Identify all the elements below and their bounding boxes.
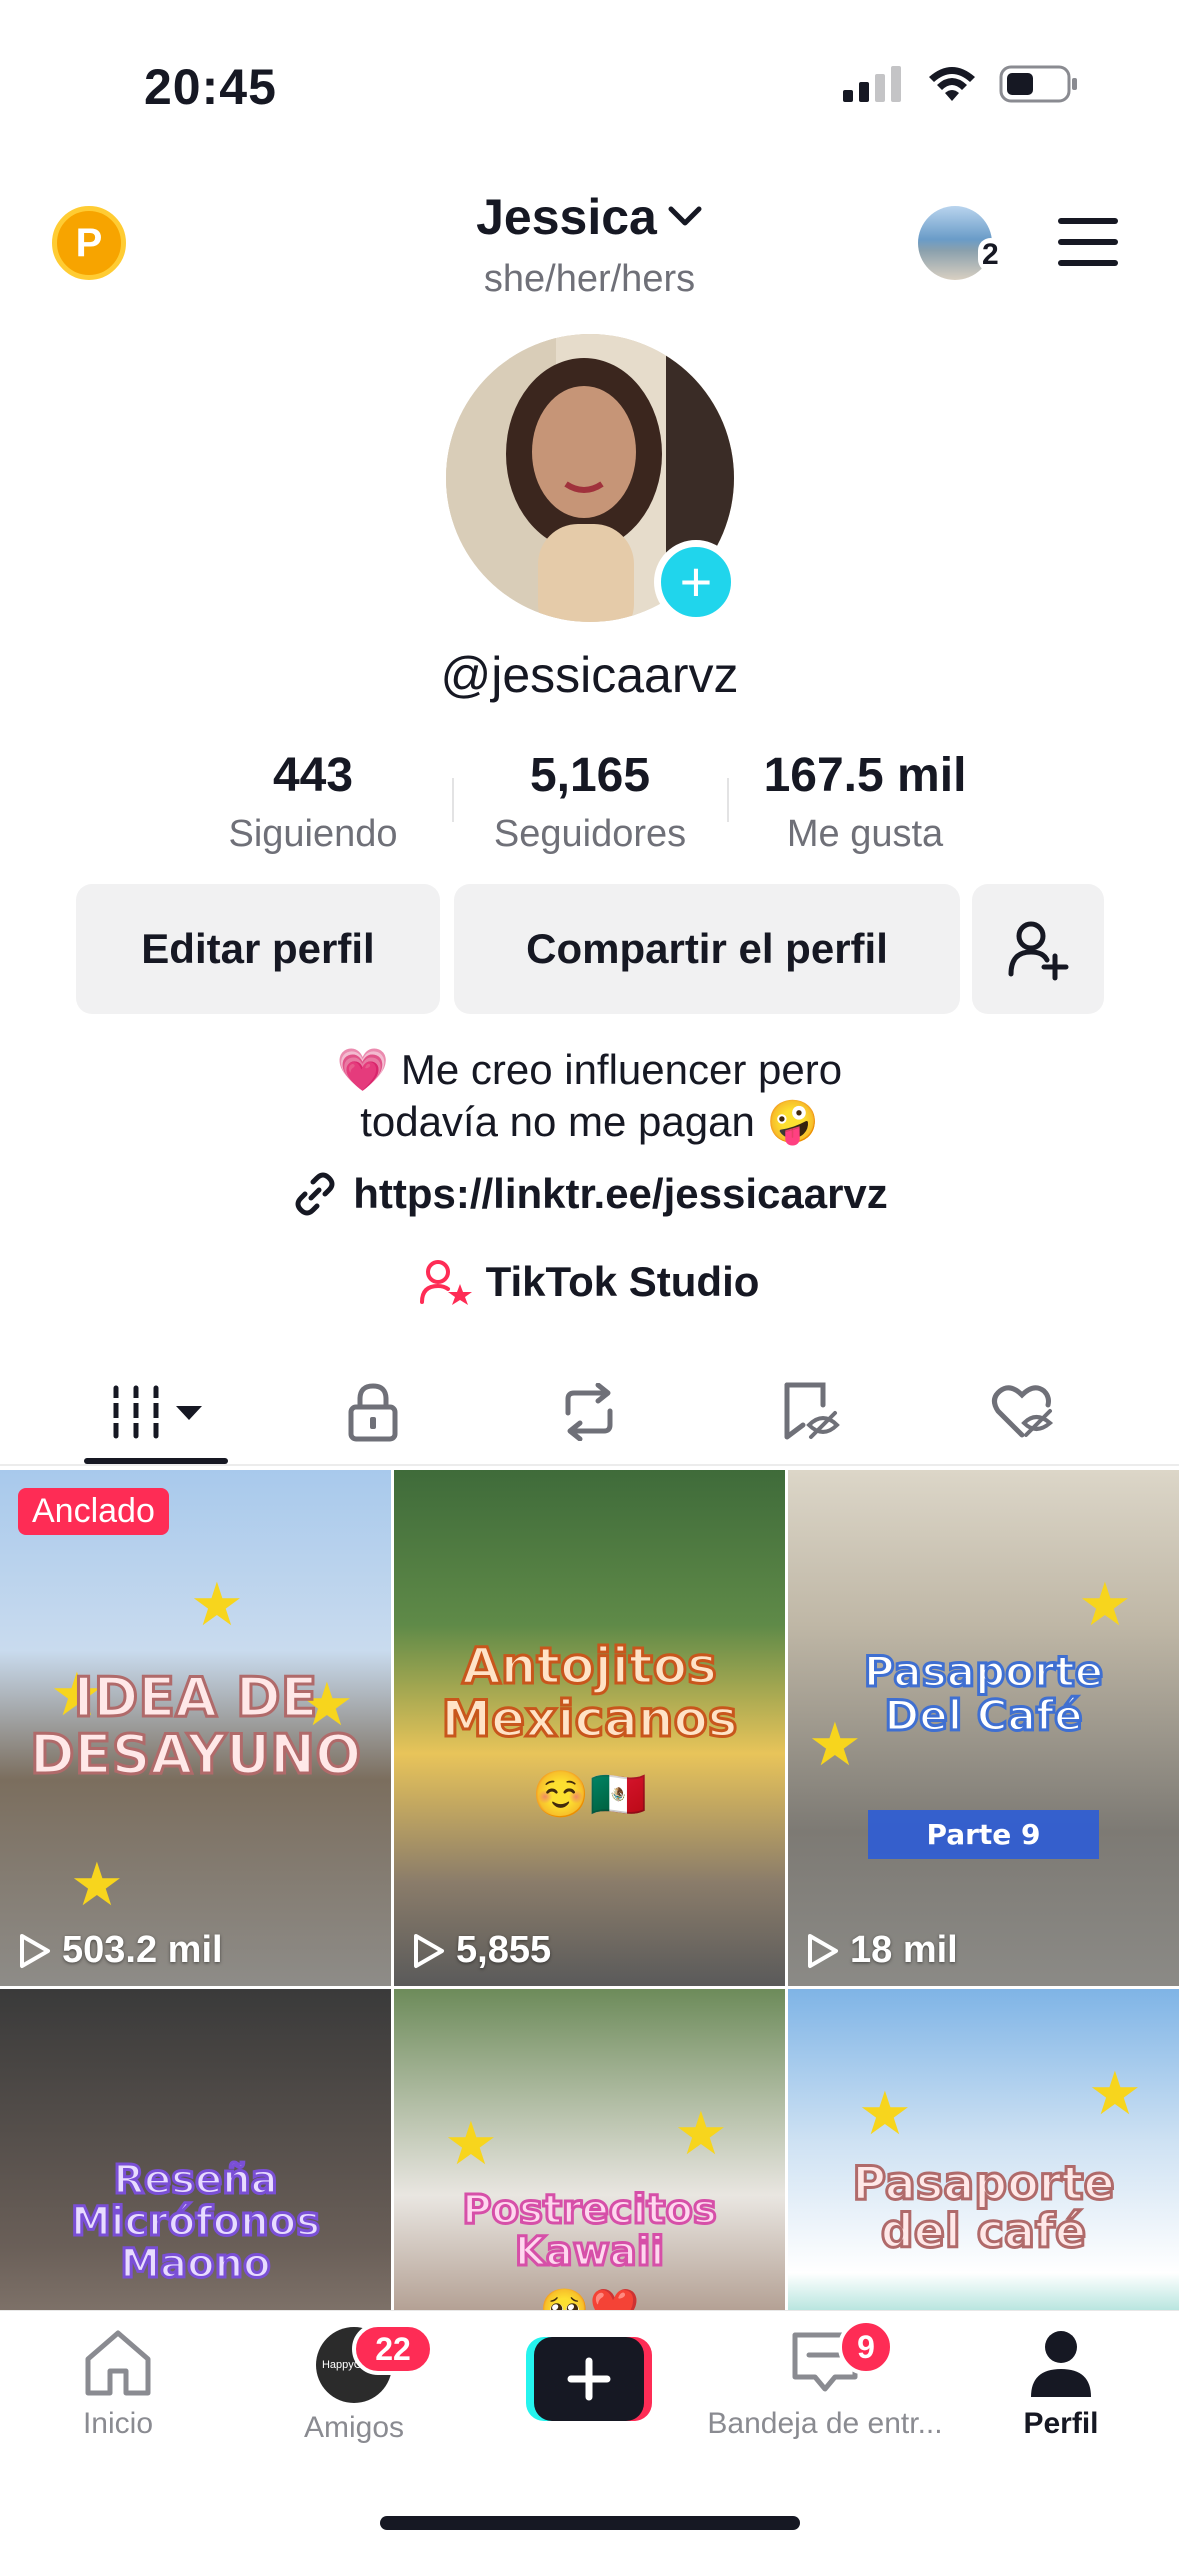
link-icon xyxy=(295,1172,335,1216)
star-sticker: ★ xyxy=(444,2110,498,2177)
video-title: Reseña Micrófonos Maono xyxy=(69,2157,321,2287)
bio-line-2: todavía no me pagan xyxy=(360,1098,755,1145)
account-switcher[interactable]: Jessica xyxy=(0,188,1179,246)
chevron-down-icon xyxy=(668,206,702,226)
tab-videos[interactable] xyxy=(61,1360,251,1464)
active-tab-indicator xyxy=(84,1458,228,1464)
star-sticker: ★ xyxy=(1088,2060,1142,2127)
friends-badge: 22 xyxy=(352,2323,434,2375)
stat-label: Siguiendo xyxy=(228,813,398,855)
star-sticker: ★ xyxy=(858,2080,912,2147)
tiktok-studio-label: TikTok Studio xyxy=(485,1258,760,1305)
play-icon xyxy=(20,1933,50,1968)
stat-followers[interactable]: 5,165 Seguidores xyxy=(440,748,740,856)
nav-home[interactable]: Inicio xyxy=(0,2327,236,2441)
profile-icon xyxy=(1031,2331,1091,2397)
cellular-signal-icon xyxy=(843,66,901,102)
nav-profile[interactable]: Perfil xyxy=(943,2327,1179,2441)
share-profile-button[interactable]: Compartir el perfil xyxy=(454,884,960,1014)
tab-private[interactable] xyxy=(278,1360,468,1464)
bio-line-1: Me creo influencer pero xyxy=(400,1046,843,1093)
nav-label: Inicio xyxy=(82,2407,154,2440)
silly-face-emoji: 🤪 xyxy=(766,1098,819,1145)
story-count-badge: 2 xyxy=(978,238,1003,272)
tab-liked[interactable] xyxy=(928,1360,1118,1464)
profile-link[interactable]: https://linktr.ee/jessicaarvz xyxy=(0,1170,1179,1218)
video-thumbnail[interactable]: ★ ★ Pasaporte Del Café Parte 9 18 mil xyxy=(788,1470,1179,1986)
view-count: 5,855 xyxy=(412,1929,551,1972)
view-count-text: 503.2 mil xyxy=(62,1929,223,1971)
stat-value: 5,165 xyxy=(529,749,651,802)
star-sticker: ★ xyxy=(190,1571,244,1638)
view-count: 18 mil xyxy=(806,1929,958,1972)
video-title: Antojitos Mexicanos xyxy=(440,1637,739,1748)
profile-handle: @jessicaarvz xyxy=(440,647,739,703)
tab-favorites[interactable] xyxy=(715,1360,905,1464)
video-title: IDEA DE DESAYUNO xyxy=(28,1666,362,1786)
video-thumbnail[interactable]: Anclado ★ ★ ★ ★ IDEA DE DESAYUNO 503.2 m… xyxy=(0,1470,391,1986)
profile-bio: 💗 Me creo influencer pero todavía no me … xyxy=(0,1044,1179,1148)
star-sticker: ★ xyxy=(674,2100,728,2167)
home-indicator xyxy=(380,2516,800,2530)
view-count-text: 5,855 xyxy=(456,1929,552,1971)
repost-icon xyxy=(565,1383,613,1441)
profile-username: Jessica xyxy=(476,189,657,245)
lock-icon xyxy=(348,1383,398,1442)
profile-pronouns: she/her/hers xyxy=(483,258,696,300)
heart-hidden-icon xyxy=(992,1385,1054,1438)
pinned-badge: Anclado xyxy=(18,1488,169,1535)
stat-likes[interactable]: 167.5 mil Me gusta xyxy=(715,748,1015,856)
heart-emoji: 💗 xyxy=(336,1046,390,1093)
video-emoji: ☺️🇲🇽 xyxy=(532,1767,647,1821)
stat-value: 167.5 mil xyxy=(763,749,967,802)
video-thumbnail[interactable]: Antojitos Mexicanos ☺️🇲🇽 5,855 xyxy=(394,1470,785,1986)
grid-videos-icon xyxy=(112,1385,202,1439)
star-sticker: ★ xyxy=(70,1851,124,1918)
profile-tabs xyxy=(0,1360,1179,1466)
tiktok-studio-link[interactable]: TikTok Studio xyxy=(0,1258,1179,1306)
play-icon xyxy=(414,1933,444,1968)
inbox-badge: 9 xyxy=(838,2319,894,2375)
video-thumbnail[interactable]: Reseña Micrófonos Maono xyxy=(0,1989,391,2310)
tab-reposts[interactable] xyxy=(494,1360,684,1464)
add-avatar-button[interactable]: + xyxy=(654,540,738,624)
nav-label: Amigos xyxy=(303,2411,405,2444)
video-title: Pasaporte del café xyxy=(851,2156,1116,2259)
home-icon xyxy=(85,2330,151,2396)
video-emoji: 🥺❤️ xyxy=(539,2287,640,2310)
stat-value: 443 xyxy=(272,749,354,802)
play-icon xyxy=(808,1933,838,1968)
video-title: Postrecitos Kawaii xyxy=(461,2187,718,2275)
add-friend-button[interactable] xyxy=(972,884,1104,1014)
add-user-icon xyxy=(1008,921,1069,981)
creator-star-icon xyxy=(419,1260,472,1305)
view-count-text: 18 mil xyxy=(850,1929,958,1971)
nav-label: Perfil xyxy=(1023,2407,1099,2440)
video-thumbnail[interactable]: ★ ★ Pasaporte del café xyxy=(788,1989,1179,2310)
status-icons xyxy=(843,64,1079,104)
video-grid: Anclado ★ ★ ★ ★ IDEA DE DESAYUNO 503.2 m… xyxy=(0,1470,1179,2310)
bookmark-hidden-icon xyxy=(784,1382,840,1440)
video-title: Pasaporte Del Café xyxy=(862,1647,1105,1741)
view-count: 503.2 mil xyxy=(18,1929,223,1972)
menu-icon[interactable] xyxy=(1058,218,1118,266)
star-sticker: ★ xyxy=(1078,1571,1132,1638)
wifi-icon xyxy=(929,67,975,101)
video-subtitle: Parte 9 xyxy=(868,1810,1099,1860)
battery-icon xyxy=(999,65,1077,103)
stat-label: Me gusta xyxy=(786,813,944,855)
edit-profile-button[interactable]: Editar perfil xyxy=(76,884,440,1014)
nav-inbox[interactable]: Bandeja de entr... xyxy=(707,2327,943,2441)
create-button[interactable] xyxy=(526,2337,652,2421)
profile-stats: 443 Siguiendo 5,165 Seguidores 167.5 mil… xyxy=(0,748,1179,868)
nav-label: Bandeja de entr... xyxy=(707,2407,943,2440)
video-thumbnail[interactable]: ★ ★ Postrecitos Kawaii 🥺❤️ xyxy=(394,1989,785,2310)
status-time: 20:45 xyxy=(144,59,277,115)
stat-label: Seguidores xyxy=(493,813,687,855)
stat-following[interactable]: 443 Siguiendo xyxy=(163,748,463,856)
profile-link-text: https://linktr.ee/jessicaarvz xyxy=(353,1170,888,1217)
